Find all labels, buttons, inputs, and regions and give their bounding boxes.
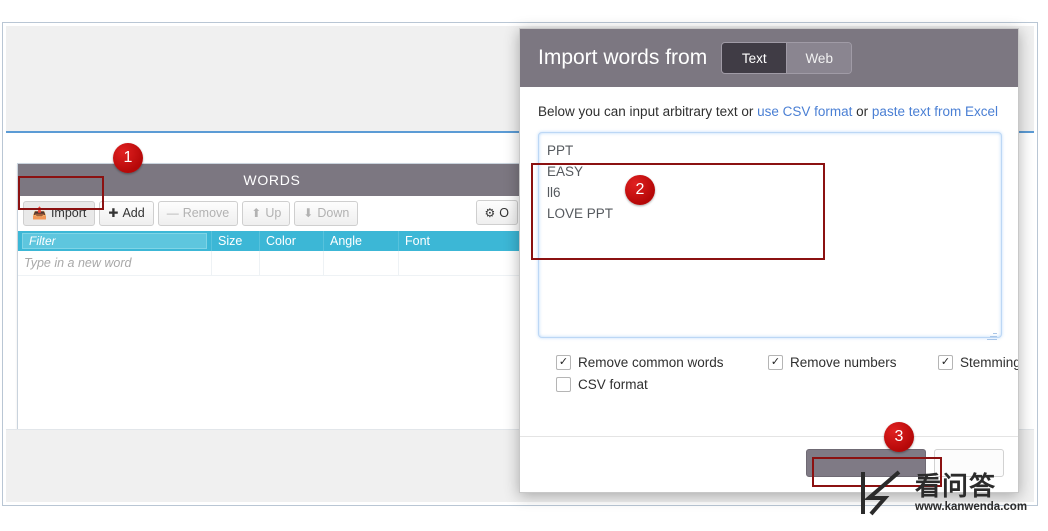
import-words-dialog: Import words from Text Web Below you can… (519, 28, 1019, 493)
arrow-up-icon: ⬆ (251, 206, 262, 220)
words-table-header: Filter Size Color Angle Font (18, 231, 526, 251)
words-panel: WORDS 📤 Import ✚ Add — Remove ⬆ Up ⬇ Dow… (17, 163, 527, 440)
up-button-label: Up (265, 206, 282, 220)
import-textarea[interactable] (538, 132, 1002, 338)
checkbox-csv-format[interactable]: CSV format (556, 377, 648, 392)
dialog-description: Below you can input arbitrary text or us… (538, 101, 1000, 122)
checkmark-icon: ✓ (938, 355, 953, 370)
words-toolbar: 📤 Import ✚ Add — Remove ⬆ Up ⬇ Down ⚙ O (18, 196, 526, 231)
checkmark-icon: ✓ (556, 355, 571, 370)
column-header-angle[interactable]: Angle (324, 231, 399, 251)
column-header-color[interactable]: Color (260, 231, 324, 251)
checkbox-remove-common-words[interactable]: ✓ Remove common words (556, 355, 724, 370)
checkbox-label-remove-numbers: Remove numbers (790, 355, 897, 370)
filter-input[interactable]: Filter (22, 233, 207, 249)
gear-icon: ⚙ (484, 205, 496, 220)
import-options: ✓ Remove common words ✓ Remove numbers ✓… (538, 355, 1018, 399)
words-panel-title: WORDS (18, 164, 526, 196)
annotation-badge-1: 1 (113, 143, 143, 173)
empty-checkbox-icon (556, 377, 571, 392)
description-text-1: Below you can input arbitrary text or (538, 104, 758, 119)
new-word-row[interactable]: Type in a new word (18, 251, 526, 276)
arrow-down-icon: ⬇ (303, 206, 314, 220)
words-table-body (18, 276, 526, 440)
import-button-label: Import (50, 206, 87, 220)
new-word-color-cell[interactable] (260, 251, 324, 275)
new-word-angle-cell[interactable] (324, 251, 399, 275)
add-button-label: Add (122, 206, 145, 220)
new-word-input[interactable]: Type in a new word (18, 251, 212, 275)
dialog-primary-button[interactable] (806, 449, 926, 477)
paste-from-excel-link[interactable]: paste text from Excel (872, 104, 998, 119)
source-tabs: Text Web (721, 42, 853, 74)
dialog-footer (520, 436, 1018, 492)
new-word-font-cell[interactable] (399, 251, 526, 275)
screenshot-root: WORDS 📤 Import ✚ Add — Remove ⬆ Up ⬇ Dow… (0, 0, 1048, 531)
up-button[interactable]: ⬆ Up (242, 200, 291, 226)
options-row-1: ✓ Remove common words ✓ Remove numbers ✓… (538, 355, 1018, 377)
dialog-header: Import words from Text Web (520, 29, 1018, 87)
dialog-secondary-button[interactable] (934, 449, 1004, 477)
import-button[interactable]: 📤 Import (23, 200, 96, 226)
options-button[interactable]: ⚙ O (475, 200, 518, 225)
new-word-size-cell[interactable] (212, 251, 260, 275)
tab-web[interactable]: Web (787, 43, 852, 73)
dialog-title: Import words from (538, 46, 708, 69)
checkmark-icon: ✓ (768, 355, 783, 370)
checkbox-label-csv-format: CSV format (578, 377, 648, 392)
column-header-size[interactable]: Size (212, 231, 260, 251)
description-text-2: or (852, 104, 872, 119)
checkbox-remove-numbers[interactable]: ✓ Remove numbers (768, 355, 897, 370)
csv-format-link[interactable]: use CSV format (757, 104, 852, 119)
options-button-label: O (499, 205, 509, 220)
dialog-body: Below you can input arbitrary text or us… (520, 87, 1018, 399)
checkbox-stemming[interactable]: ✓ Stemming (938, 355, 1019, 370)
minus-icon: — (166, 206, 179, 220)
options-row-2: CSV format (538, 377, 1000, 399)
down-button-label: Down (317, 206, 350, 220)
column-header-font[interactable]: Font (399, 231, 526, 251)
remove-button[interactable]: — Remove (157, 200, 239, 226)
annotation-badge-3: 3 (884, 422, 914, 452)
annotation-badge-2: 2 (625, 175, 655, 205)
checkbox-label-remove-common-words: Remove common words (578, 355, 724, 370)
checkbox-label-stemming: Stemming (960, 355, 1019, 370)
filter-column-header: Filter (18, 231, 212, 251)
textarea-wrapper (538, 132, 1002, 343)
remove-button-label: Remove (182, 206, 230, 220)
add-button[interactable]: ✚ Add (99, 200, 154, 226)
plus-icon: ✚ (108, 206, 119, 220)
down-button[interactable]: ⬇ Down (294, 200, 359, 226)
import-icon: 📤 (32, 206, 47, 220)
tab-text[interactable]: Text (722, 43, 788, 73)
